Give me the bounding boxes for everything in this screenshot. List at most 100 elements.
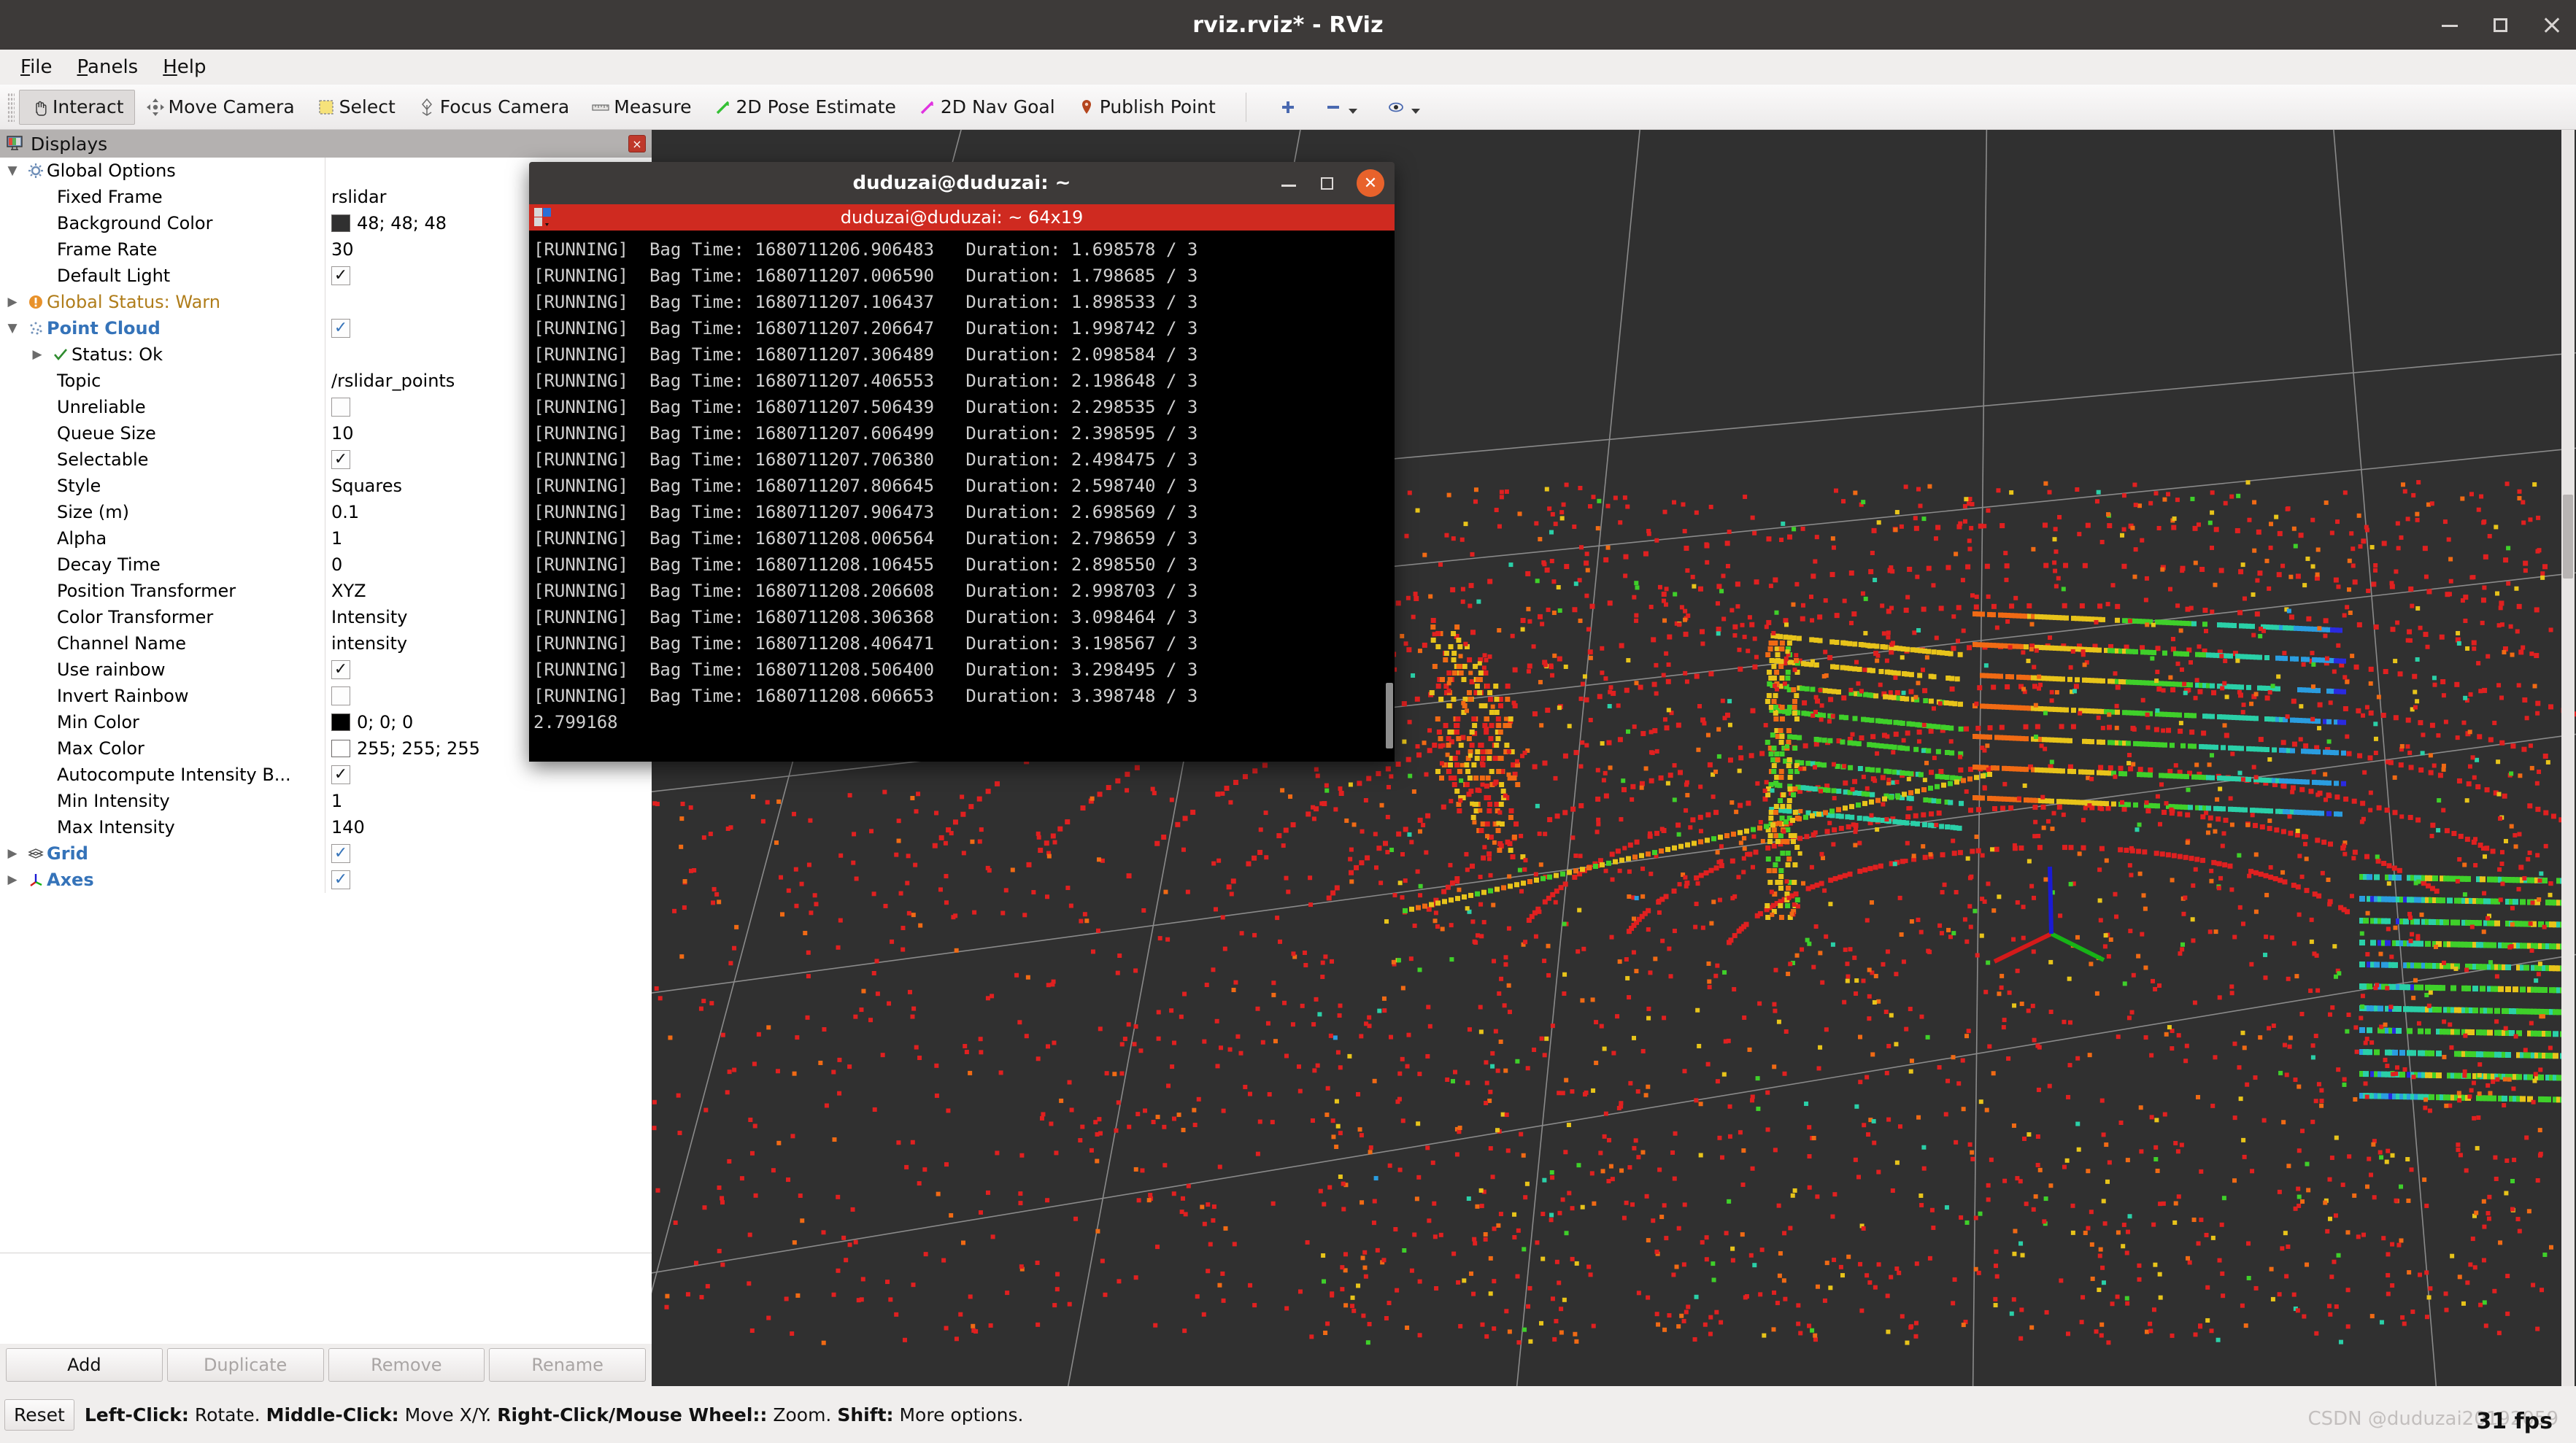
chevron-down-icon-2[interactable] (1408, 98, 1423, 117)
tool-2d-nav-goal[interactable]: 2D Nav Goal (907, 90, 1066, 125)
display-enabled-checkbox[interactable] (331, 765, 350, 784)
mouse-hint-segment: Rotate. (188, 1404, 266, 1425)
tool-select[interactable]: Select (306, 90, 406, 125)
menu-help[interactable]: Help (154, 53, 215, 81)
color-swatch[interactable] (331, 740, 350, 757)
tool-measure-label: Measure (614, 96, 692, 117)
display-property-label: Invert Rainbow (57, 686, 189, 706)
terminal-scrollbar-thumb[interactable] (1386, 683, 1393, 748)
display-property-value-cell[interactable]: 1 (325, 788, 652, 814)
menu-panels-label-rest: anels (88, 56, 139, 78)
select-rect-icon (317, 98, 336, 117)
display-property-label: Use rainbow (57, 659, 166, 680)
terminal-scrollbar[interactable] (1384, 231, 1395, 762)
menubar: File Panels Help (0, 50, 2576, 85)
display-property-name-cell: Size (m) (0, 502, 325, 522)
display-enabled-checkbox[interactable] (331, 398, 350, 417)
display-property-label: Frame Rate (57, 239, 158, 260)
tree-expand-arrow-closed[interactable]: ▶ (0, 846, 25, 861)
terminal-tab-label[interactable]: duduzai@duduzai: ~ 64x19 (529, 207, 1395, 228)
display-property-label: Style (57, 476, 101, 496)
terminal-minimize-button[interactable] (1281, 174, 1298, 192)
display-property-value: 48; 48; 48 (357, 213, 447, 233)
tool-interact[interactable]: Interact (19, 89, 135, 125)
menu-file[interactable]: File (12, 53, 61, 81)
menu-panels[interactable]: Panels (69, 53, 147, 81)
display-property-name-cell: ▼ Point Cloud (0, 318, 325, 338)
display-property-name-cell: Selectable (0, 449, 325, 470)
window-minimize-button[interactable] (2440, 15, 2459, 34)
rename-display-button[interactable]: Rename (489, 1348, 646, 1382)
display-property-row[interactable]: Autocompute Intensity B... (0, 762, 652, 788)
remove-tool-button[interactable] (1311, 88, 1373, 126)
display-property-value-cell[interactable]: 140 (325, 814, 652, 840)
minus-icon (1324, 98, 1343, 117)
display-property-name-cell: Color Transformer (0, 607, 325, 627)
terminal-line: [RUNNING] Bag Time: 1680711207.606499 Du… (533, 423, 1198, 444)
display-property-name-cell: ▶ Global Status: Warn (0, 292, 325, 312)
terminal-maximize-button[interactable] (1319, 174, 1336, 192)
display-enabled-checkbox[interactable] (331, 450, 350, 469)
green-arrow-icon (714, 98, 733, 117)
tool-move-camera[interactable]: Move Camera (135, 90, 306, 125)
mouse-hint-segment: Shift: (837, 1404, 894, 1425)
display-property-label: Grid (47, 843, 88, 864)
display-property-name-cell: Queue Size (0, 423, 325, 444)
terminal-window[interactable]: duduzai@duduzai: ~ ✕ duduzai@duduzai: ~ … (529, 162, 1395, 762)
terminal-close-button[interactable]: ✕ (1357, 169, 1384, 197)
reset-view-button[interactable]: Reset (4, 1398, 74, 1431)
viewport-scrollbar[interactable] (2561, 130, 2575, 1386)
display-property-name-cell: Background Color (0, 213, 325, 233)
tree-expand-arrow-open[interactable]: ▼ (0, 321, 25, 336)
display-property-value-cell[interactable] (325, 867, 652, 893)
tree-expand-arrow-closed[interactable]: ▶ (0, 873, 25, 887)
tool-publish-point[interactable]: Publish Point (1066, 90, 1227, 125)
tool-focus-camera[interactable]: Focus Camera (406, 90, 580, 125)
duplicate-display-button[interactable]: Duplicate (166, 1348, 324, 1382)
color-swatch[interactable] (331, 713, 350, 731)
tool-2d-pose-estimate[interactable]: 2D Pose Estimate (703, 90, 907, 125)
display-enabled-checkbox[interactable] (331, 844, 350, 863)
display-property-row[interactable]: ▶ Grid (0, 840, 652, 867)
display-property-label: Max Color (57, 738, 144, 759)
tree-expand-arrow-closed[interactable]: ▶ (25, 347, 50, 362)
terminal-output[interactable]: [RUNNING] Bag Time: 1680711206.906483 Du… (529, 231, 1395, 762)
tree-expand-arrow-open[interactable]: ▼ (0, 163, 25, 178)
tool-measure[interactable]: Measure (580, 90, 702, 125)
toolbar-drag-handle[interactable] (7, 92, 15, 122)
display-property-row[interactable]: Min Intensity 1 (0, 788, 652, 814)
chevron-down-icon[interactable] (1346, 98, 1360, 117)
displays-panel-close-icon[interactable]: × (628, 135, 646, 152)
tool-visibility-button[interactable] (1373, 88, 1436, 126)
add-tool-button[interactable] (1265, 88, 1311, 126)
display-property-value-cell[interactable] (325, 840, 652, 867)
window-close-button[interactable] (2542, 15, 2561, 34)
display-property-value: 1 (331, 528, 343, 549)
display-enabled-checkbox[interactable] (331, 660, 350, 679)
viewport-scrollbar-thumb[interactable] (2563, 495, 2573, 579)
display-property-label: Max Intensity (57, 817, 175, 837)
window-maximize-button[interactable] (2491, 15, 2510, 34)
display-property-label: Position Transformer (57, 581, 236, 601)
tree-expand-arrow-closed[interactable]: ▶ (0, 295, 25, 309)
display-property-row[interactable]: ▶ Axes (0, 867, 652, 893)
display-enabled-checkbox[interactable] (331, 319, 350, 338)
display-property-value: Squares (331, 476, 402, 496)
add-display-button[interactable]: Add (6, 1348, 163, 1382)
gear-icon (25, 163, 47, 179)
display-property-value-cell[interactable] (325, 762, 652, 788)
warning-icon (25, 294, 47, 310)
display-enabled-checkbox[interactable] (331, 266, 350, 285)
color-swatch[interactable] (331, 214, 350, 232)
display-enabled-checkbox[interactable] (331, 870, 350, 889)
display-property-label: Autocompute Intensity B... (57, 765, 291, 785)
display-property-value: 30 (331, 239, 354, 260)
terminal-line: [RUNNING] Bag Time: 1680711207.906473 Du… (533, 502, 1198, 522)
remove-display-button[interactable]: Remove (328, 1348, 485, 1382)
terminal-line: [RUNNING] Bag Time: 1680711208.106455 Du… (533, 554, 1198, 575)
display-enabled-checkbox[interactable] (331, 686, 350, 705)
display-property-row[interactable]: Max Intensity 140 (0, 814, 652, 840)
terminal-line: [RUNNING] Bag Time: 1680711208.006564 Du… (533, 528, 1198, 549)
terminal-line: [RUNNING] Bag Time: 1680711208.606653 Du… (533, 686, 1198, 706)
ruler-icon (591, 98, 610, 117)
